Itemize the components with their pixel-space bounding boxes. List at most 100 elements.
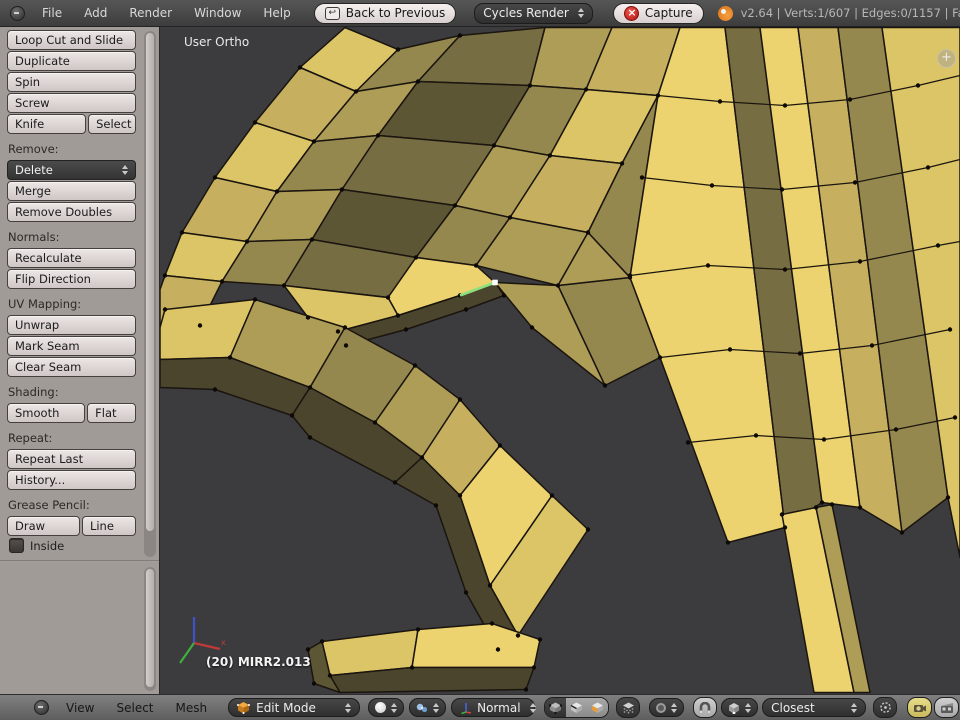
mesh-vertex[interactable] <box>531 665 537 670</box>
mesh-vertex[interactable] <box>779 187 785 192</box>
mesh-vertex[interactable] <box>925 165 931 170</box>
mesh-vertex[interactable] <box>515 633 521 638</box>
mesh-vertex[interactable] <box>893 427 899 432</box>
mesh-vertex[interactable] <box>305 647 311 652</box>
mesh-vertex[interactable] <box>372 420 378 425</box>
mesh-canvas[interactable] <box>160 27 960 695</box>
mesh-vertex[interactable] <box>212 175 218 180</box>
button-repeat-last[interactable]: Repeat Last <box>7 449 136 469</box>
mesh-vertex[interactable] <box>212 387 218 392</box>
mesh-vertex[interactable] <box>274 189 280 194</box>
mesh-vertex[interactable] <box>395 313 401 318</box>
mesh-vertex[interactable] <box>602 383 608 388</box>
mesh-vertex[interactable] <box>685 440 691 445</box>
render-camera-icon[interactable] <box>907 697 933 718</box>
mesh-vertex[interactable] <box>549 493 555 498</box>
capture-button[interactable]: Capture <box>612 2 704 24</box>
mesh-vertex[interactable] <box>727 347 733 352</box>
selected-vertex[interactable] <box>492 279 498 286</box>
mesh-vertex[interactable] <box>527 83 533 88</box>
mesh-vertex[interactable] <box>327 673 333 678</box>
mesh-vertex[interactable] <box>782 103 788 108</box>
mesh-vertex[interactable] <box>782 525 788 530</box>
mesh-vertex[interactable] <box>847 97 853 102</box>
mesh-vertex[interactable] <box>782 267 788 272</box>
button-knife[interactable]: Knife <box>7 114 87 134</box>
menu-render[interactable]: Render <box>118 6 183 20</box>
transform-orientation-select[interactable]: Normal <box>451 698 536 717</box>
mesh-vertex[interactable] <box>319 639 325 644</box>
mesh-vertex[interactable] <box>639 175 645 180</box>
tool-shelf-scrollbar[interactable] <box>144 31 156 557</box>
mesh-vertex[interactable] <box>452 203 458 208</box>
mesh-vertex[interactable] <box>343 343 349 348</box>
button-remove-doubles[interactable]: Remove Doubles <box>7 202 136 222</box>
button-select[interactable]: Select <box>88 114 136 134</box>
button-clear-seam[interactable]: Clear Seam <box>7 357 136 377</box>
button-unwrap[interactable]: Unwrap <box>7 315 136 335</box>
button-mark-seam[interactable]: Mark Seam <box>7 336 136 356</box>
vertex-select-icon[interactable] <box>545 698 567 717</box>
mesh-vertex[interactable] <box>495 647 501 652</box>
button-merge[interactable]: Merge <box>7 181 136 201</box>
mesh-vertex[interactable] <box>415 627 421 632</box>
mesh-vertex[interactable] <box>297 65 303 70</box>
mesh-vertex[interactable] <box>655 93 661 98</box>
mesh-vertex[interactable] <box>619 161 625 166</box>
mesh-vertex[interactable] <box>501 293 507 298</box>
mesh-vertex[interactable] <box>353 89 359 94</box>
mesh-vertex[interactable] <box>252 297 258 302</box>
mesh-vertex[interactable] <box>797 351 803 356</box>
limit-visible-icon[interactable] <box>616 697 641 718</box>
viewport-shading-select[interactable] <box>368 698 405 717</box>
mesh-vertex[interactable] <box>537 637 543 642</box>
button-history-[interactable]: History... <box>7 470 136 490</box>
mesh-vertex[interactable] <box>385 295 391 300</box>
mesh-vertex[interactable] <box>489 621 495 626</box>
mesh-vertex[interactable] <box>309 237 315 242</box>
mesh-vertex[interactable] <box>289 413 295 418</box>
tool-shelf-scrollbar-thumb[interactable] <box>146 33 154 531</box>
mesh-vertex[interactable] <box>463 590 469 595</box>
editor-collapse-icon[interactable] <box>10 5 25 21</box>
menu-add[interactable]: Add <box>73 6 118 20</box>
mesh-vertex[interactable] <box>507 215 513 220</box>
magnet-icon[interactable] <box>693 697 718 718</box>
mesh-vertex[interactable] <box>585 527 591 532</box>
mesh-vertex[interactable] <box>857 505 863 510</box>
mesh-vertex[interactable] <box>547 153 553 158</box>
mesh-vertex[interactable] <box>935 243 941 248</box>
mesh-vertex[interactable] <box>487 583 493 588</box>
mesh-vertex[interactable] <box>395 47 401 52</box>
button-smooth[interactable]: Smooth <box>7 403 86 423</box>
mesh-vertex[interactable] <box>162 307 168 312</box>
mesh-vertex[interactable] <box>433 503 439 508</box>
mesh-vertex[interactable] <box>945 495 951 500</box>
mode-select[interactable]: Edit Mode <box>228 698 361 717</box>
edge-select-icon[interactable] <box>566 698 588 717</box>
mesh-vertex[interactable] <box>529 325 535 330</box>
menu-help[interactable]: Help <box>252 6 301 20</box>
mesh-vertex[interactable] <box>555 283 561 288</box>
operator-inside-option[interactable]: Inside <box>9 538 64 553</box>
mesh-vertex[interactable] <box>413 255 419 260</box>
proportional-edit-select[interactable] <box>649 698 685 717</box>
menu-select[interactable]: Select <box>105 701 164 715</box>
mesh-vertex[interactable] <box>819 500 825 505</box>
mesh-vertex[interactable] <box>311 681 317 686</box>
button-flip-direction[interactable]: Flip Direction <box>7 269 136 289</box>
mesh-vertex[interactable] <box>307 435 313 440</box>
button-screw[interactable]: Screw <box>7 93 136 113</box>
plus-icon[interactable]: + <box>937 49 956 68</box>
mesh-vertex[interactable] <box>219 279 225 284</box>
mesh-vertex[interactable] <box>412 363 418 368</box>
mesh-vertex[interactable] <box>753 433 759 438</box>
mesh-vertex[interactable] <box>813 505 819 510</box>
render-animation-icon[interactable] <box>934 697 960 718</box>
mesh-vertex[interactable] <box>409 665 415 670</box>
operator-panel-scrollbar[interactable] <box>144 567 156 691</box>
mesh-vertex[interactable] <box>821 437 827 442</box>
mesh-vertex[interactable] <box>585 230 591 235</box>
mesh-vertex[interactable] <box>952 415 958 420</box>
mesh-vertex[interactable] <box>473 263 479 268</box>
